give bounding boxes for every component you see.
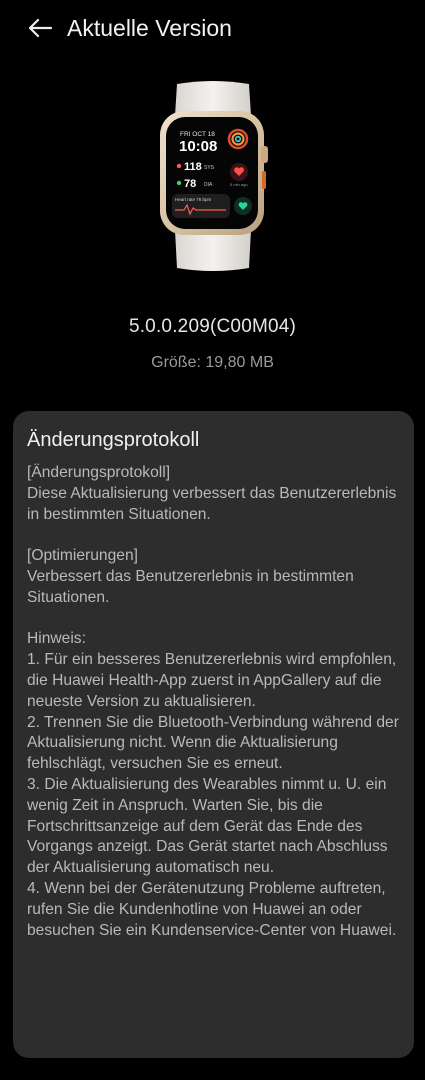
note-item-4: 4. Wenn bei der Gerätenutzung Probleme a…	[27, 879, 397, 939]
changelog-text: [Änderungsprotokoll] Diese Aktualisierun…	[27, 463, 400, 941]
changelog-card[interactable]: Änderungsprotokoll [Änderungsprotokoll] …	[13, 411, 414, 1058]
note-item-2: 2. Trennen Sie die Bluetooth-Verbindung …	[27, 713, 399, 773]
changelog-title: Änderungsprotokoll	[27, 429, 200, 451]
back-button[interactable]	[22, 10, 58, 46]
page-title: Aktuelle Version	[67, 15, 232, 41]
watch-ago: 5 min ago	[230, 182, 248, 187]
watch-sys-unit: SYS	[204, 165, 215, 171]
top-bar: Aktuelle Version	[0, 0, 425, 56]
note-item-1: 1. Für ein besseres Benutzererlebnis wir…	[27, 651, 397, 710]
version-number: 5.0.0.209(C00M04)	[128, 316, 297, 337]
size-value: 19,80 MB	[205, 354, 274, 371]
watch-dia-unit: DIA	[204, 182, 213, 188]
size-label: Größe:	[151, 354, 201, 371]
arrow-left-icon	[28, 18, 53, 38]
watch-heart-rate: Heart rate 76 bpm	[175, 197, 212, 202]
watch-image: FRI OCT 18 10:08 118 SYS 78 DIA 5 min ag…	[150, 80, 276, 272]
notes-heading: Hinweis:	[27, 630, 86, 648]
note-item-3: 3. Die Aktualisierung des Wearables nimm…	[27, 775, 388, 877]
changelog-heading: [Änderungsprotokoll]	[27, 464, 171, 481]
watch-date: FRI OCT 18	[180, 131, 215, 138]
changelog-line: Diese Aktualisierung verbessert das Benu…	[27, 484, 397, 523]
update-size: Größe: 19,80 MB	[0, 354, 425, 372]
watch-time: 10:08	[179, 138, 217, 155]
optimizations-line: Verbessert das Benutzererlebnis in besti…	[27, 567, 354, 606]
watch-dia-value: 78	[184, 178, 196, 190]
optimizations-heading: [Optimierungen]	[27, 547, 138, 565]
watch-sys-value: 118	[184, 161, 202, 173]
